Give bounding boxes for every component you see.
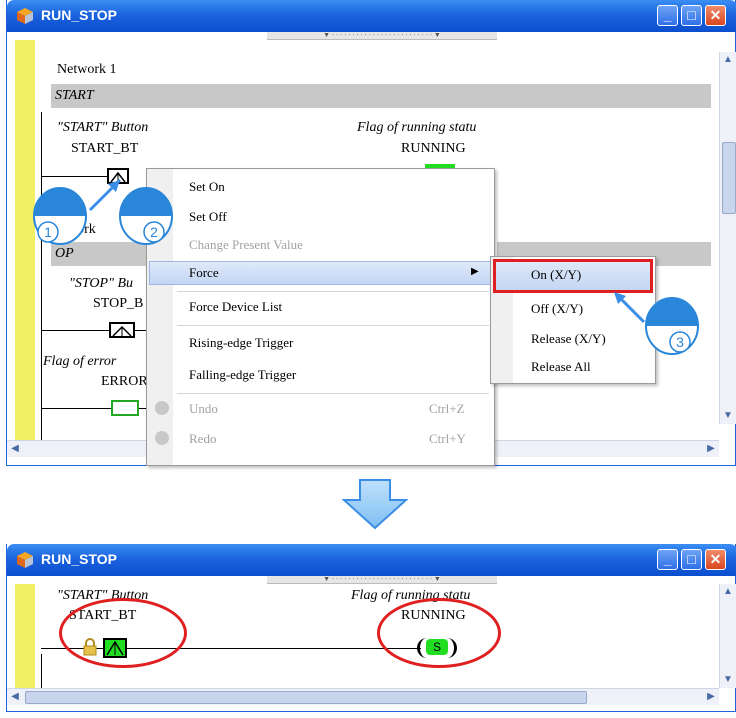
close-button[interactable]: ✕ xyxy=(705,5,726,26)
maximize-icon: □ xyxy=(687,7,696,23)
pointer-arrow-3 xyxy=(614,292,646,324)
menu-item-set-on[interactable]: Set On xyxy=(189,179,225,195)
pointer-arrow-1 xyxy=(88,178,122,212)
menu-item-set-off[interactable]: Set Off xyxy=(189,209,227,225)
running-comment: Flag of running statu xyxy=(357,120,477,135)
submenu-item-on[interactable]: On (X/Y) xyxy=(531,267,581,283)
error-comment: Flag of error xyxy=(43,354,117,369)
scroll-down-icon[interactable]: ▼ xyxy=(720,672,736,688)
redo-icon xyxy=(155,431,169,445)
step-3-number: 3 xyxy=(676,334,684,350)
maximize-button[interactable]: □ xyxy=(681,5,702,26)
app-icon xyxy=(17,552,33,568)
scroll-left-icon[interactable]: ◀ xyxy=(7,689,23,705)
step-2-number: 2 xyxy=(150,224,158,240)
close-icon: ✕ xyxy=(709,551,722,567)
menu-item-force-device-list[interactable]: Force Device List xyxy=(189,299,282,315)
window-title: RUN_STOP xyxy=(41,551,117,567)
scroll-up-icon[interactable]: ▲ xyxy=(720,584,736,600)
start-comment: "START" Button xyxy=(57,120,149,135)
run-stop-window-bottom: RUN_STOP _ □ ✕ ▼ · · · · · · · · · · · ·… xyxy=(6,544,736,712)
power-rail xyxy=(41,112,42,442)
network-1-header: START xyxy=(51,84,711,108)
menu-item-redo: Redo xyxy=(189,431,217,446)
menu-separator xyxy=(177,291,489,292)
undo-icon xyxy=(155,401,169,415)
minimize-button[interactable]: _ xyxy=(657,5,678,26)
window-title: RUN_STOP xyxy=(41,7,117,23)
close-icon: ✕ xyxy=(709,7,722,23)
step-1-number: 1 xyxy=(44,224,52,240)
pane-splitter[interactable]: ▼ · · · · · · · · · · · · · · · · · · · … xyxy=(267,576,497,584)
minimize-icon: _ xyxy=(663,551,672,567)
undo-shortcut: Ctrl+Z xyxy=(429,401,465,416)
rising-edge-icon xyxy=(112,325,132,337)
maximize-icon: □ xyxy=(687,551,696,567)
error-contact[interactable] xyxy=(111,400,139,416)
app-icon xyxy=(17,8,33,24)
menu-separator xyxy=(177,325,489,326)
menu-item-force[interactable]: Force xyxy=(189,265,219,281)
scroll-left-icon[interactable]: ◀ xyxy=(7,441,23,457)
stop-contact[interactable] xyxy=(109,322,135,338)
highlight-oval-start xyxy=(59,598,187,668)
minimize-button[interactable]: _ xyxy=(657,549,678,570)
redo-shortcut: Ctrl+Y xyxy=(429,431,466,446)
submenu-item-release-all[interactable]: Release All xyxy=(531,359,591,375)
running-device-name: RUNNING xyxy=(401,141,466,156)
error-device-name: ERROR xyxy=(101,374,148,389)
submenu-item-release[interactable]: Release (X/Y) xyxy=(531,331,606,347)
title-bar[interactable]: RUN_STOP _ □ ✕ xyxy=(7,0,736,32)
menu-item-undo: Undo xyxy=(189,401,218,416)
menu-separator xyxy=(177,393,489,394)
scroll-thumb[interactable] xyxy=(25,691,587,704)
transition-down-arrow xyxy=(341,479,409,530)
scroll-down-icon[interactable]: ▼ xyxy=(720,408,736,424)
submenu-arrow-icon: ▶ xyxy=(471,266,479,277)
highlight-oval-running xyxy=(377,598,501,668)
maximize-button[interactable]: □ xyxy=(681,549,702,570)
start-device-name: START_BT xyxy=(71,141,139,156)
mouse-step-1-icon: 1 xyxy=(33,187,87,245)
power-rail xyxy=(41,654,42,688)
pane-splitter[interactable]: ▼ · · · · · · · · · · · · · · · · · · · … xyxy=(267,32,497,40)
menu-item-change-present-value: Change Present Value xyxy=(189,237,303,252)
title-bar[interactable]: RUN_STOP _ □ ✕ xyxy=(7,544,736,576)
close-button[interactable]: ✕ xyxy=(705,549,726,570)
ladder-margin-bar xyxy=(15,584,35,688)
mouse-step-3-icon: 3 xyxy=(645,297,699,355)
horizontal-scrollbar[interactable]: ◀ ▶ xyxy=(7,688,719,705)
vertical-scrollbar[interactable]: ▲ ▼ xyxy=(719,584,736,688)
scroll-up-icon[interactable]: ▲ xyxy=(720,52,736,68)
stop-device-name: STOP_B xyxy=(93,296,144,311)
scroll-right-icon[interactable]: ▶ xyxy=(703,441,719,457)
vertical-scrollbar[interactable]: ▲ ▼ xyxy=(719,52,736,424)
stop-comment: "STOP" Bu xyxy=(69,276,134,291)
scroll-thumb[interactable] xyxy=(722,142,736,214)
minimize-icon: _ xyxy=(663,7,672,23)
menu-item-rising-edge-trigger[interactable]: Rising-edge Trigger xyxy=(189,335,293,351)
mouse-step-2-icon: 2 xyxy=(119,187,173,245)
network-1-label: Network 1 xyxy=(57,62,117,77)
stop-rung-wire xyxy=(41,330,153,331)
submenu-item-off[interactable]: Off (X/Y) xyxy=(531,301,583,317)
menu-item-falling-edge-trigger[interactable]: Falling-edge Trigger xyxy=(189,367,296,383)
context-menu: Set On Set Off Change Present Value Forc… xyxy=(146,168,495,466)
scroll-right-icon[interactable]: ▶ xyxy=(703,689,719,705)
